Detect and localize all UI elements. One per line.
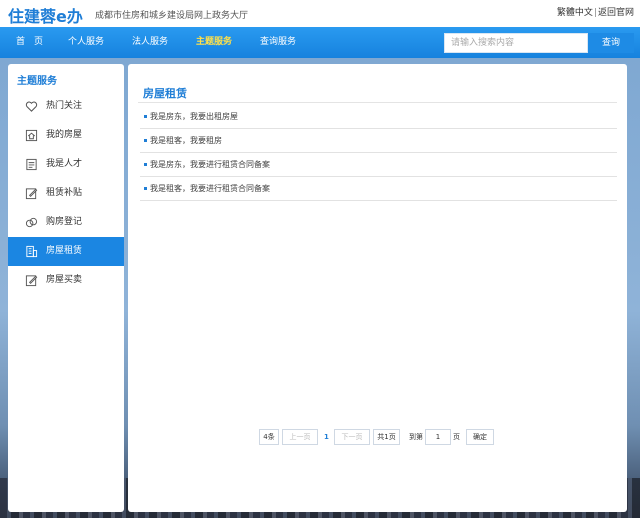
sidebar-item-label: 租赁补贴	[46, 188, 83, 198]
id-card-icon	[26, 158, 37, 171]
nav-home[interactable]: 首 页	[16, 27, 43, 58]
edit-icon	[25, 188, 38, 200]
list-item[interactable]: 我是租客，我要进行租赁合同备案	[140, 177, 617, 201]
list-item-text[interactable]: 我是房东，我要进行租赁合同备案	[150, 153, 270, 177]
sidebar-item-label: 房屋买卖	[46, 275, 83, 285]
traditional-chinese-link[interactable]: 繁體中文	[557, 8, 593, 18]
bullet-icon	[144, 139, 147, 142]
list-item[interactable]: 我是房东，我要进行租赁合同备案	[140, 153, 617, 177]
edit-icon	[25, 275, 38, 287]
heart-icon	[25, 101, 38, 112]
sidebar: 主题服务 热门关注 我的房屋 我是人才 租赁补贴 购房登记 房屋租赁 房屋买卖	[8, 64, 124, 512]
sidebar-item-talent[interactable]: 我是人才	[8, 150, 124, 179]
sidebar-item-label: 我是人才	[46, 159, 83, 169]
page-title: 房屋租赁	[143, 87, 187, 100]
sidebar-item-my-house[interactable]: 我的房屋	[8, 121, 124, 150]
current-page[interactable]: 1	[324, 429, 332, 445]
list-item-text[interactable]: 我是租客，我要进行租赁合同备案	[150, 177, 270, 201]
list-item[interactable]: 我是租客，我要租房	[140, 129, 617, 153]
coins-icon	[25, 217, 38, 228]
total-pages: 共1页	[373, 429, 400, 445]
sidebar-item-hot[interactable]: 热门关注	[8, 92, 124, 121]
header-links: 繁體中文|返回官网	[557, 5, 634, 18]
next-page-button[interactable]: 下一页	[334, 429, 370, 445]
goto-page-input[interactable]: 1	[425, 429, 451, 445]
sidebar-item-label: 我的房屋	[46, 130, 83, 140]
nav-corporate-services[interactable]: 法人服务	[132, 27, 168, 58]
sidebar-item-house-rental[interactable]: 房屋租赁	[8, 237, 124, 266]
sidebar-title: 主题服务	[17, 76, 57, 87]
search-input[interactable]: 请输入搜索内容	[444, 33, 588, 53]
search-button[interactable]: 查询	[588, 33, 634, 53]
site-subtitle: 成都市住房和城乡建设局网上政务大厅	[95, 11, 249, 21]
sidebar-item-label: 房屋租赁	[46, 246, 83, 256]
list-item[interactable]: 我是房东，我要出租房屋	[140, 105, 617, 129]
nav-query-services[interactable]: 查询服务	[260, 27, 296, 58]
total-count: 4条	[259, 429, 279, 445]
sidebar-item-rent-subsidy[interactable]: 租赁补贴	[8, 179, 124, 208]
sidebar-item-label: 热门关注	[46, 101, 83, 111]
sidebar-item-label: 购房登记	[46, 217, 83, 227]
link-separator: |	[593, 8, 597, 18]
top-header: 住建蓉e办 成都市住房和城乡建设局网上政务大厅 繁體中文|返回官网	[0, 0, 640, 27]
sidebar-item-house-trade[interactable]: 房屋买卖	[8, 266, 124, 295]
house-icon	[25, 129, 38, 142]
pagination: 4条 上一页 1 下一页 共1页 到第 1 页 确定	[128, 429, 627, 445]
goto-prefix: 到第	[409, 433, 423, 441]
bullet-icon	[144, 187, 147, 190]
bullet-icon	[144, 115, 147, 118]
sidebar-item-purchase-registration[interactable]: 购房登记	[8, 208, 124, 237]
prev-page-button[interactable]: 上一页	[282, 429, 318, 445]
main-panel: 房屋租赁 我是房东，我要出租房屋 我是租客，我要租房 我是房东，我要进行租赁合同…	[128, 64, 627, 512]
building-icon	[26, 245, 38, 258]
bullet-icon	[144, 163, 147, 166]
title-divider	[138, 102, 617, 103]
goto-suffix: 页	[453, 433, 460, 441]
list-item-text[interactable]: 我是租客，我要租房	[150, 129, 222, 153]
site-logo[interactable]: 住建蓉e办	[8, 3, 83, 27]
back-to-official-link[interactable]: 返回官网	[598, 8, 634, 18]
nav-personal-services[interactable]: 个人服务	[68, 27, 104, 58]
list-item-text[interactable]: 我是房东，我要出租房屋	[150, 105, 238, 129]
confirm-button[interactable]: 确定	[466, 429, 494, 445]
nav-theme-services[interactable]: 主题服务	[196, 27, 232, 58]
